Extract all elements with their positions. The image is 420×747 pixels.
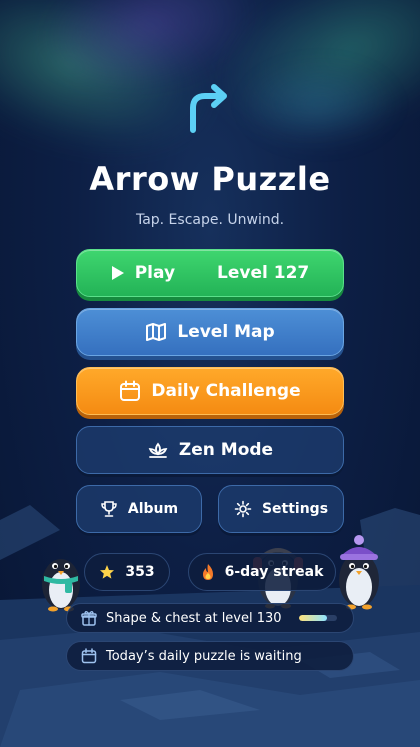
- stars-counter: 353: [84, 553, 170, 591]
- flame-icon: [202, 564, 213, 580]
- play-button-label: Play: [134, 263, 176, 283]
- zen-mode-label: Zen Mode: [178, 440, 274, 460]
- game-title: Arrow Puzzle: [89, 160, 331, 198]
- gift-icon: [81, 611, 97, 626]
- album-label: Album: [127, 501, 179, 517]
- play-level-label: Level 127: [217, 263, 310, 283]
- zen-mode-button[interactable]: Zen Mode: [76, 426, 344, 474]
- play-button[interactable]: Play Level 127: [76, 249, 344, 297]
- game-tagline: Tap. Escape. Unwind.: [135, 212, 285, 228]
- daily-puzzle-text: Today’s daily puzzle is waiting: [106, 648, 302, 664]
- penguin-beanie: [339, 535, 379, 610]
- reward-progress-banner[interactable]: Shape & chest at level 130: [66, 603, 354, 633]
- streak-counter: 6-day streak: [188, 553, 336, 591]
- settings-label: Settings: [261, 501, 329, 517]
- daily-puzzle-banner[interactable]: Today’s daily puzzle is waiting: [66, 641, 354, 671]
- reward-progress-fill: [298, 615, 328, 621]
- lotus-icon: [148, 442, 168, 458]
- trophy-icon: [101, 501, 117, 517]
- settings-button[interactable]: Settings: [218, 485, 344, 533]
- stars-count: 353: [125, 564, 155, 580]
- level-map-label: Level Map: [177, 322, 275, 342]
- star-icon: [100, 565, 115, 579]
- daily-challenge-label: Daily Challenge: [151, 381, 301, 401]
- calendar-icon: [81, 648, 97, 664]
- map-icon: [146, 323, 167, 341]
- main-menu-screen: Arrow Puzzle Tap. Escape. Unwind. Play L…: [0, 0, 420, 747]
- calendar-icon: [120, 380, 141, 401]
- penguin-scarf: [42, 559, 80, 612]
- album-button[interactable]: Album: [76, 485, 202, 533]
- curved-arrow-icon: [190, 84, 227, 133]
- streak-count: 6-day streak: [224, 564, 324, 580]
- level-map-button[interactable]: Level Map: [76, 308, 344, 356]
- gear-icon: [234, 500, 252, 518]
- reward-text: Shape & chest at level 130: [106, 610, 282, 626]
- daily-challenge-button[interactable]: Daily Challenge: [76, 367, 344, 415]
- reward-progress-bar: [298, 615, 337, 621]
- play-triangle-icon: [111, 266, 124, 280]
